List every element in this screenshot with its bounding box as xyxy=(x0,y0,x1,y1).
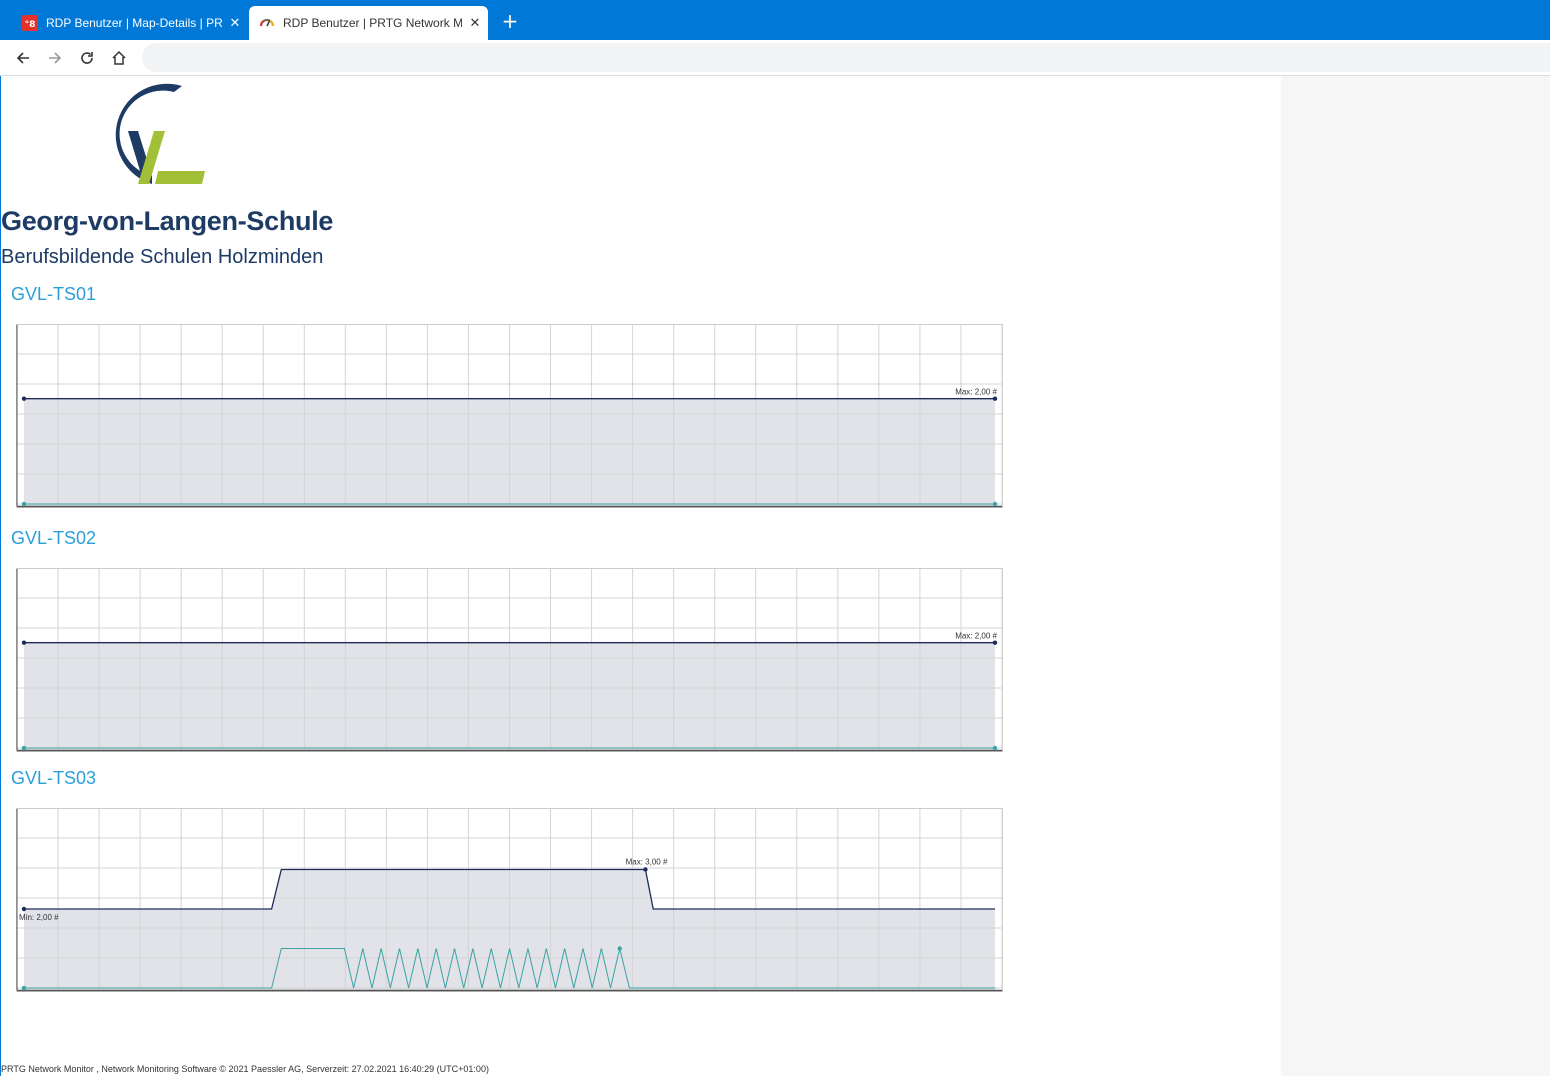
prtg-gauge-icon xyxy=(259,15,275,31)
school-logo xyxy=(90,76,210,191)
chart-ts02: Max: 2,00 # xyxy=(16,568,1003,752)
data-point-marker xyxy=(643,867,648,872)
page-footer: PRTG Network Monitor , Network Monitorin… xyxy=(1,1064,489,1074)
browser-tab-prtg[interactable]: RDP Benutzer | PRTG Network Mo ✕ xyxy=(249,6,488,40)
tab-title: RDP Benutzer | PRTG Network Mo xyxy=(283,16,462,30)
data-point-marker xyxy=(21,906,27,912)
school-name: Georg-von-Langen-Schule xyxy=(1,206,334,236)
data-point-marker xyxy=(21,396,27,401)
chart-ts01: Max: 2,00 # xyxy=(16,324,1003,508)
max-label: Max: 2,00 # xyxy=(955,388,997,397)
chart-ts03: Max: 3,00 # Min: 2,00 # xyxy=(16,808,1003,992)
tab-close-icon[interactable]: ✕ xyxy=(222,15,248,31)
data-point-marker xyxy=(21,745,27,751)
forward-arrow-icon[interactable] xyxy=(44,47,66,69)
home-icon[interactable] xyxy=(108,47,130,69)
browser-tab-map-details[interactable]: °8 RDP Benutzer | Map-Details | PRT ✕ xyxy=(12,6,248,40)
max-label: Max: 2,00 # xyxy=(955,632,997,641)
section-title-ts02: GVL-TS02 xyxy=(11,528,97,548)
max-label: Max: 3,00 # xyxy=(626,858,668,867)
data-point-marker xyxy=(992,745,998,751)
address-bar[interactable] xyxy=(142,43,1550,72)
app-favicon-icon: °8 xyxy=(22,15,38,31)
min-label: Min: 2,00 # xyxy=(19,913,59,922)
tab-close-icon[interactable]: ✕ xyxy=(462,15,488,31)
data-point-marker xyxy=(617,946,622,951)
right-blank-pane xyxy=(1281,76,1550,1076)
browser-toolbar xyxy=(0,40,1550,76)
back-arrow-icon[interactable] xyxy=(12,47,34,69)
tab-title: RDP Benutzer | Map-Details | PRT xyxy=(46,16,222,30)
svg-text:°8: °8 xyxy=(25,20,36,30)
section-title-ts03: GVL-TS03 xyxy=(11,768,97,788)
browser-tab-bar: °8 RDP Benutzer | Map-Details | PRT ✕ RD… xyxy=(0,0,1550,40)
school-subtitle: Berufsbildende Schulen Holzminden xyxy=(1,246,324,268)
section-title-ts01: GVL-TS01 xyxy=(11,284,97,304)
new-tab-icon[interactable]: + xyxy=(498,9,522,33)
page-viewport: Georg-von-Langen-Schule Berufsbildende S… xyxy=(0,76,1550,1076)
data-point-marker xyxy=(21,501,27,507)
data-point-marker xyxy=(992,640,998,645)
data-point-marker xyxy=(21,640,27,645)
data-point-marker xyxy=(21,985,27,991)
data-point-marker xyxy=(992,396,998,401)
reload-icon[interactable] xyxy=(76,47,98,69)
data-point-marker xyxy=(992,501,998,507)
